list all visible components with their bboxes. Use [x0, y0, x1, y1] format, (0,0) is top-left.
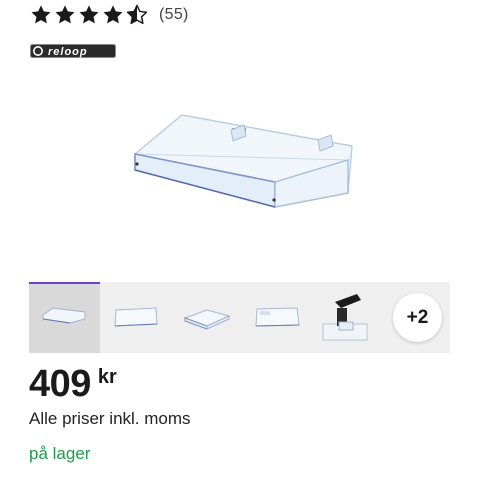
thumbnail-hinge-detail[interactable]: [313, 282, 384, 353]
thumbnail-dust-cover-side[interactable]: [100, 282, 171, 353]
brand-logo[interactable]: reloop: [30, 44, 116, 63]
thumbnail-dust-cover-front[interactable]: [29, 282, 100, 353]
thumbnail-strip: +2: [29, 282, 450, 353]
star-icon: [31, 5, 51, 24]
reloop-logo: reloop: [30, 44, 116, 58]
star-icon: [79, 5, 99, 24]
vat-note: Alle priser inkl. moms: [29, 409, 191, 428]
star-icon: [103, 5, 123, 24]
price-amount: 409: [29, 363, 91, 405]
thumbnail-dust-cover-low[interactable]: [242, 282, 313, 353]
price: 409 kr: [29, 362, 117, 406]
more-images-button[interactable]: +2: [393, 293, 442, 342]
review-count[interactable]: (55): [159, 6, 189, 24]
star-half-icon: [126, 4, 148, 25]
rating[interactable]: (55): [30, 2, 189, 28]
product-image[interactable]: [90, 70, 390, 260]
svg-text:reloop: reloop: [48, 46, 88, 58]
thumbnail-dust-cover-angle[interactable]: [171, 282, 242, 353]
star-icon: [55, 5, 75, 24]
stock-status: på lager: [29, 444, 91, 463]
price-currency: kr: [97, 366, 117, 388]
